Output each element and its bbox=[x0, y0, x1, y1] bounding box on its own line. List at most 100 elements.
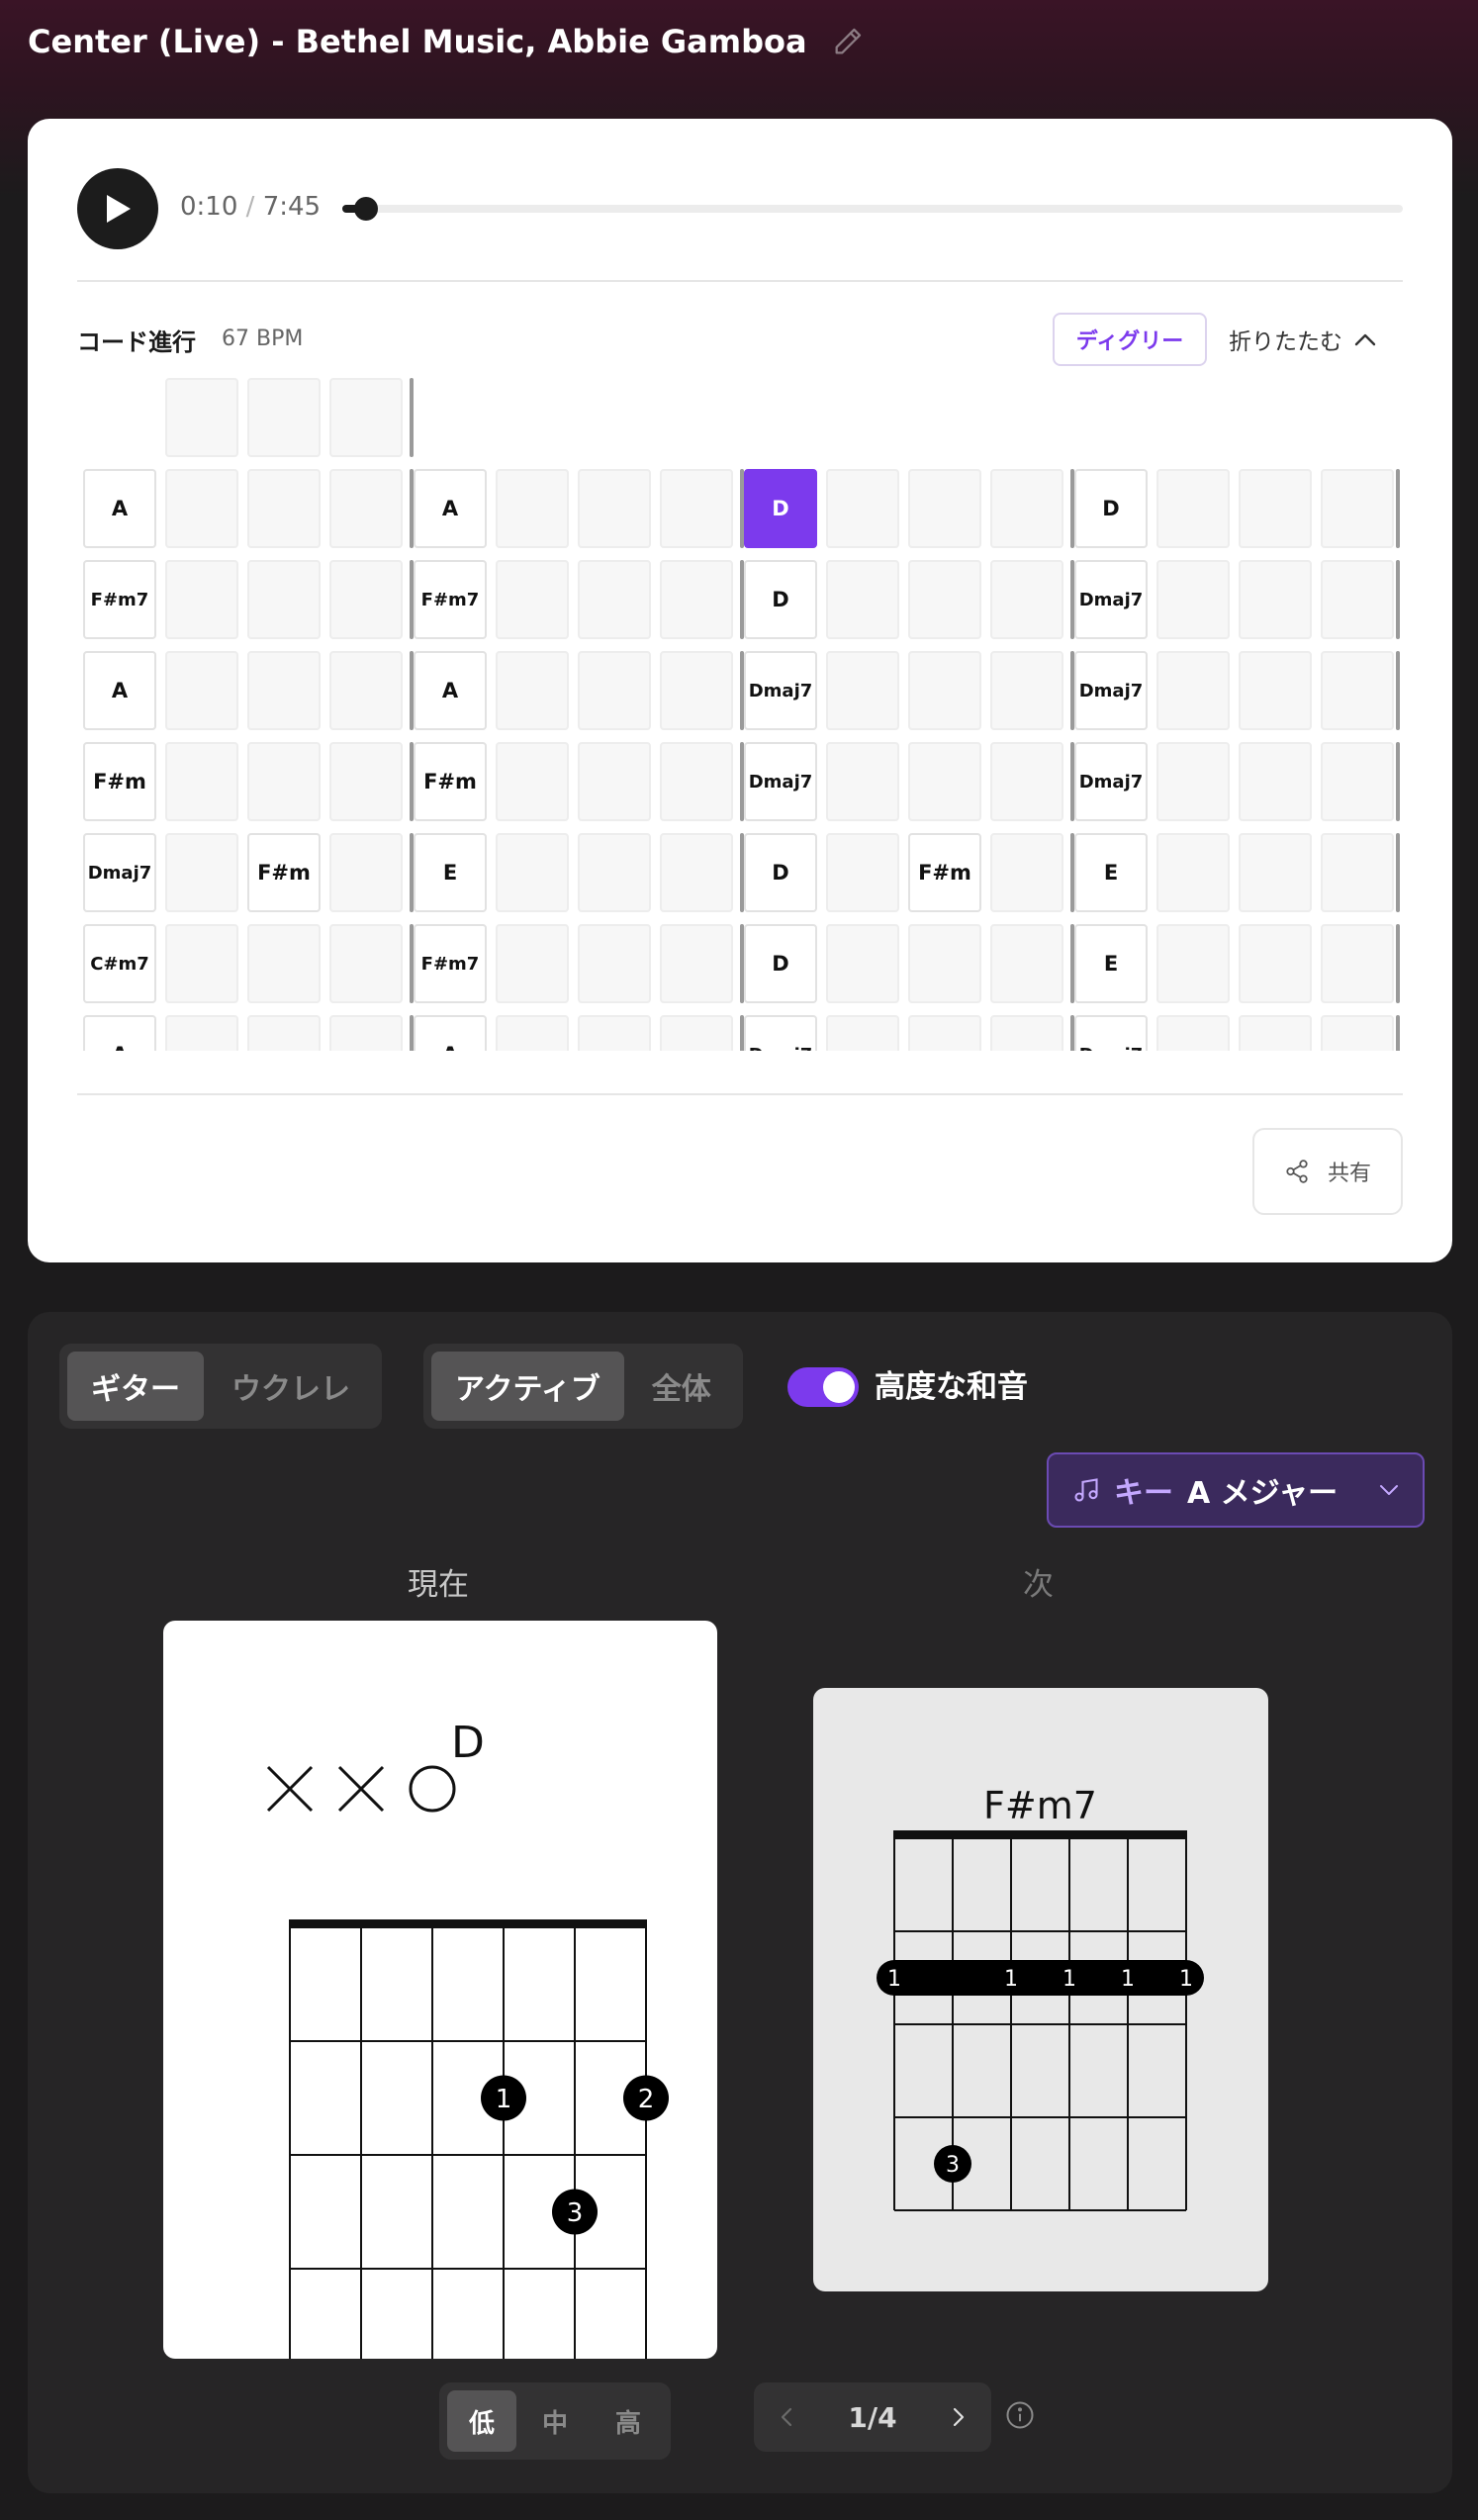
beat-cell[interactable] bbox=[990, 924, 1063, 1003]
beat-cell[interactable] bbox=[990, 560, 1063, 639]
beat-cell[interactable] bbox=[329, 924, 403, 1003]
beat-cell[interactable] bbox=[1321, 1015, 1394, 1051]
key-selector[interactable]: キー A メジャー bbox=[1047, 1452, 1425, 1528]
chord-cell[interactable]: F#m7 bbox=[83, 560, 156, 639]
beat-cell[interactable] bbox=[165, 833, 238, 912]
beat-cell[interactable] bbox=[578, 924, 651, 1003]
chord-cell[interactable]: Dmaj7 bbox=[1074, 742, 1148, 821]
play-button[interactable] bbox=[77, 168, 158, 249]
beat-cell[interactable] bbox=[1321, 469, 1394, 548]
beat-cell[interactable] bbox=[1321, 651, 1394, 730]
beat-cell[interactable] bbox=[578, 469, 651, 548]
beat-cell[interactable] bbox=[660, 469, 733, 548]
beat-cell[interactable] bbox=[1321, 560, 1394, 639]
chord-cell[interactable]: D bbox=[744, 924, 817, 1003]
beat-cell[interactable] bbox=[329, 469, 403, 548]
beat-cell[interactable] bbox=[908, 469, 981, 548]
chord-cell[interactable]: E bbox=[1074, 924, 1148, 1003]
beat-cell[interactable] bbox=[247, 924, 321, 1003]
beat-cell[interactable] bbox=[1156, 560, 1230, 639]
beat-cell[interactable] bbox=[165, 924, 238, 1003]
beat-cell[interactable] bbox=[165, 742, 238, 821]
beat-cell[interactable] bbox=[908, 651, 981, 730]
beat-cell[interactable] bbox=[247, 651, 321, 730]
share-button[interactable]: 共有 bbox=[1252, 1128, 1403, 1215]
pickup-beat-cell[interactable] bbox=[329, 378, 403, 457]
chord-cell[interactable]: E bbox=[414, 833, 487, 912]
scope-option-active[interactable]: アクティブ bbox=[431, 1352, 624, 1421]
beat-cell[interactable] bbox=[165, 1015, 238, 1051]
scope-option-all[interactable]: 全体 bbox=[628, 1352, 735, 1421]
chord-cell[interactable]: E bbox=[1074, 833, 1148, 912]
beat-cell[interactable] bbox=[660, 560, 733, 639]
chord-cell[interactable]: D bbox=[1074, 469, 1148, 548]
beat-cell[interactable] bbox=[826, 924, 899, 1003]
beat-cell[interactable] bbox=[826, 651, 899, 730]
seek-bar-handle[interactable] bbox=[353, 197, 378, 221]
beat-cell[interactable] bbox=[165, 560, 238, 639]
chord-cell[interactable]: A bbox=[414, 469, 487, 548]
beat-cell[interactable] bbox=[1156, 924, 1230, 1003]
beat-cell[interactable] bbox=[1239, 469, 1312, 548]
beat-cell[interactable] bbox=[826, 560, 899, 639]
beat-cell[interactable] bbox=[165, 469, 238, 548]
beat-cell[interactable] bbox=[578, 742, 651, 821]
chord-cell[interactable]: A bbox=[414, 651, 487, 730]
beat-cell[interactable] bbox=[1239, 833, 1312, 912]
beat-cell[interactable] bbox=[660, 651, 733, 730]
beat-cell[interactable] bbox=[496, 833, 569, 912]
chord-cell[interactable]: F#m bbox=[414, 742, 487, 821]
beat-cell[interactable] bbox=[496, 560, 569, 639]
beat-cell[interactable] bbox=[578, 560, 651, 639]
beat-cell[interactable] bbox=[908, 742, 981, 821]
chevron-left-icon[interactable] bbox=[780, 2406, 793, 2428]
beat-cell[interactable] bbox=[1321, 924, 1394, 1003]
chord-cell[interactable]: Dmaj7 bbox=[744, 742, 817, 821]
pickup-beat-cell[interactable] bbox=[247, 378, 321, 457]
beat-cell[interactable] bbox=[496, 1015, 569, 1051]
beat-cell[interactable] bbox=[578, 1015, 651, 1051]
instrument-option-guitar[interactable]: ギター bbox=[67, 1352, 204, 1421]
chord-cell[interactable]: Dmaj7 bbox=[1074, 1015, 1148, 1051]
voicing-option-high[interactable]: 高 bbox=[594, 2390, 663, 2452]
beat-cell[interactable] bbox=[1239, 560, 1312, 639]
beat-cell[interactable] bbox=[826, 469, 899, 548]
voicing-option-low[interactable]: 低 bbox=[447, 2390, 517, 2452]
chord-cell[interactable]: Dmaj7 bbox=[1074, 651, 1148, 730]
beat-cell[interactable] bbox=[1239, 924, 1312, 1003]
beat-cell[interactable] bbox=[1239, 742, 1312, 821]
chord-cell[interactable]: D bbox=[744, 560, 817, 639]
pencil-icon[interactable] bbox=[831, 25, 865, 58]
pickup-beat-cell[interactable] bbox=[165, 378, 238, 457]
chord-cell[interactable]: D bbox=[744, 833, 817, 912]
collapse-button[interactable]: 折りたたむ bbox=[1229, 323, 1376, 356]
beat-cell[interactable] bbox=[247, 469, 321, 548]
beat-cell[interactable] bbox=[990, 469, 1063, 548]
beat-cell[interactable] bbox=[329, 833, 403, 912]
chord-cell[interactable]: C#m7 bbox=[83, 924, 156, 1003]
chord-cell[interactable]: A bbox=[83, 469, 156, 548]
beat-cell[interactable] bbox=[990, 1015, 1063, 1051]
beat-cell[interactable] bbox=[1156, 833, 1230, 912]
chord-cell[interactable]: F#m7 bbox=[414, 924, 487, 1003]
beat-cell[interactable] bbox=[496, 742, 569, 821]
beat-cell[interactable] bbox=[1239, 651, 1312, 730]
beat-cell[interactable] bbox=[578, 833, 651, 912]
beat-cell[interactable] bbox=[990, 833, 1063, 912]
beat-cell[interactable] bbox=[165, 651, 238, 730]
chord-cell[interactable]: F#m bbox=[908, 833, 981, 912]
beat-cell[interactable] bbox=[908, 560, 981, 639]
beat-cell[interactable] bbox=[908, 924, 981, 1003]
beat-cell[interactable] bbox=[247, 742, 321, 821]
beat-cell[interactable] bbox=[1156, 742, 1230, 821]
beat-cell[interactable] bbox=[826, 1015, 899, 1051]
beat-cell[interactable] bbox=[1156, 469, 1230, 548]
chord-cell[interactable]: Dmaj7 bbox=[744, 1015, 817, 1051]
beat-cell[interactable] bbox=[329, 560, 403, 639]
chord-cell[interactable]: A bbox=[83, 651, 156, 730]
beat-cell[interactable] bbox=[247, 560, 321, 639]
beat-cell[interactable] bbox=[990, 742, 1063, 821]
chord-cell[interactable]: D bbox=[744, 469, 817, 548]
beat-cell[interactable] bbox=[1321, 742, 1394, 821]
instrument-option-ukulele[interactable]: ウクレレ bbox=[208, 1352, 374, 1421]
